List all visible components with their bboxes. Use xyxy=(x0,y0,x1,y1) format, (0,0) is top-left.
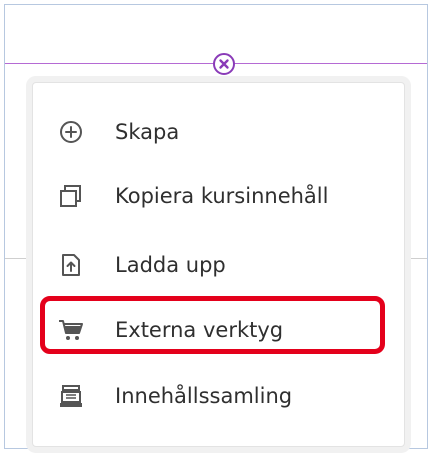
menu-item-ladda-upp[interactable]: Ladda upp xyxy=(33,240,404,290)
menu-item-label: Innehållssamling xyxy=(115,384,293,408)
close-icon xyxy=(219,59,229,69)
archive-icon xyxy=(58,383,84,409)
copy-icon xyxy=(58,183,84,209)
menu-item-kopiera-kursinnehall[interactable]: Kopiera kursinnehåll xyxy=(33,171,404,221)
add-content-menu: Skapa Kopiera kursinnehåll Ladda upp Ext… xyxy=(32,82,405,447)
cart-icon xyxy=(58,317,84,343)
menu-item-label: Externa verktyg xyxy=(115,318,284,342)
menu-item-externa-verktyg[interactable]: Externa verktyg xyxy=(33,305,404,355)
menu-item-label: Ladda upp xyxy=(115,253,226,277)
menu-item-innehallssamling[interactable]: Innehållssamling xyxy=(33,371,404,421)
upload-file-icon xyxy=(58,252,84,278)
menu-item-skapa[interactable]: Skapa xyxy=(33,107,404,157)
menu-item-label: Skapa xyxy=(115,120,180,144)
plus-circle-icon xyxy=(58,119,84,145)
menu-item-label: Kopiera kursinnehåll xyxy=(115,184,329,208)
close-menu-button[interactable] xyxy=(213,53,235,75)
